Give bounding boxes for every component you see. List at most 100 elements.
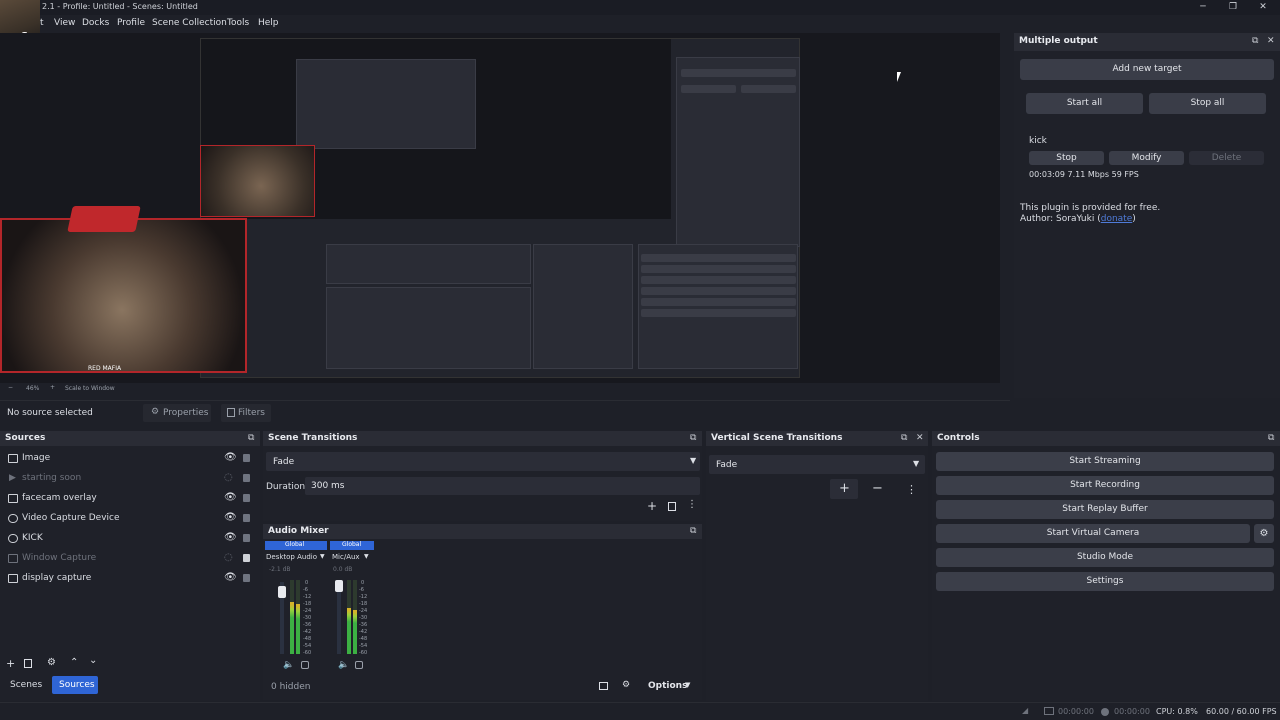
add-source-icon[interactable]: + (6, 657, 15, 670)
restore-button[interactable]: ❐ (1218, 0, 1248, 15)
start-recording-button[interactable]: Start Recording (936, 476, 1274, 495)
virtual-camera-settings-icon[interactable]: ⚙ (1254, 524, 1274, 543)
duration-spinbox[interactable]: 300 ms (305, 477, 700, 495)
close-icon[interactable]: ✕ (1267, 36, 1275, 46)
volume-slider[interactable] (335, 580, 343, 592)
add-vertical-transition-button[interactable]: + (830, 479, 858, 499)
undock-icon[interactable]: ⧉ (1252, 36, 1258, 46)
source-name: Window Capture (22, 553, 97, 563)
zoom-level: 46% (26, 385, 40, 392)
duration-value: 300 ms (311, 481, 345, 491)
eye-icon[interactable]: 👁 (224, 492, 237, 503)
donate-link[interactable]: donate (1101, 214, 1133, 224)
eye-hidden-icon[interactable]: ◌ (224, 472, 233, 483)
undock-icon[interactable]: ⧉ (1268, 433, 1274, 443)
more-icon[interactable]: ⋮ (906, 483, 917, 496)
zoom-in-icon[interactable]: + (50, 384, 55, 391)
move-up-icon[interactable]: ⌃ (70, 657, 78, 668)
level-meter (296, 604, 300, 654)
more-icon[interactable]: ⋮ (687, 499, 697, 510)
menu-scene-collection[interactable]: Scene Collection (152, 18, 227, 28)
menu-tools[interactable]: Tools (227, 18, 249, 28)
lock-icon[interactable] (243, 534, 250, 542)
source-row-kick[interactable]: KICK 👁 (0, 529, 258, 549)
lock-icon[interactable] (243, 554, 250, 562)
settings-button[interactable]: Settings (936, 572, 1274, 591)
db-scale-label: -12 (359, 594, 368, 600)
minus-icon[interactable]: − (872, 481, 883, 496)
menu-view[interactable]: View (54, 18, 75, 28)
channel-settings-icon[interactable] (355, 661, 363, 669)
studio-mode-button[interactable]: Studio Mode (936, 548, 1274, 567)
channel-db: 0.0 dB (333, 566, 353, 573)
tab-scenes[interactable]: Scenes (4, 676, 42, 694)
source-row-video-capture[interactable]: Video Capture Device 👁 (0, 509, 258, 529)
menu-docks[interactable]: Docks (82, 18, 109, 28)
channel-name[interactable]: Mic/Aux (332, 553, 360, 561)
remove-source-icon[interactable] (24, 659, 32, 668)
scene-transitions-title: Scene Transitions (268, 433, 358, 443)
eye-icon[interactable]: 👁 (224, 512, 237, 523)
start-all-button[interactable]: Start all (1026, 93, 1143, 114)
menu-profile[interactable]: Profile (117, 18, 145, 28)
lock-icon[interactable] (243, 514, 250, 522)
filters-button[interactable]: Filters (221, 404, 271, 422)
properties-button[interactable]: ⚙ Properties (143, 404, 211, 422)
source-row-display-capture[interactable]: display capture 👁 (0, 569, 258, 589)
lock-icon[interactable] (243, 494, 250, 502)
transition-select[interactable]: Fade ▼ (266, 452, 700, 471)
tab-sources[interactable]: Sources (52, 676, 98, 694)
eye-icon[interactable]: 👁 (224, 452, 237, 463)
zoom-out-icon[interactable]: − (8, 384, 13, 391)
source-row-window-capture[interactable]: Window Capture ◌ (0, 549, 258, 569)
vertical-transitions-title: Vertical Scene Transitions (711, 433, 843, 443)
undock-icon[interactable]: ⧉ (690, 433, 696, 443)
add-target-button[interactable]: Add new target (1020, 59, 1274, 80)
lock-icon[interactable] (243, 574, 250, 582)
source-settings-icon[interactable]: ⚙ (47, 657, 56, 668)
source-row-facecam-overlay[interactable]: facecam overlay 👁 (0, 489, 258, 509)
chevron-down-icon[interactable]: ▼ (364, 553, 369, 560)
db-scale-label: -18 (359, 601, 368, 607)
source-toolbar: No source selected ⚙ Properties Filters (0, 400, 1010, 425)
move-down-icon[interactable]: ⌄ (89, 655, 97, 666)
start-replay-buffer-button[interactable]: Start Replay Buffer (936, 500, 1274, 519)
volume-slider[interactable] (278, 586, 286, 598)
speaker-icon[interactable]: 🔈 (283, 660, 294, 670)
eye-hidden-icon[interactable]: ◌ (224, 552, 233, 563)
lock-icon[interactable] (243, 474, 250, 482)
start-streaming-button[interactable]: Start Streaming (936, 452, 1274, 471)
layout-icon[interactable] (599, 682, 608, 690)
add-transition-icon[interactable]: + (647, 499, 657, 513)
close-icon[interactable]: ✕ (916, 433, 924, 443)
minimize-button[interactable]: ─ (1188, 0, 1218, 15)
vertical-transition-select[interactable]: Fade ▼ (709, 455, 925, 474)
remove-transition-icon[interactable] (668, 502, 676, 511)
chevron-down-icon[interactable]: ▼ (320, 553, 325, 560)
speaker-icon[interactable]: 🔈 (338, 660, 349, 670)
target-delete-button[interactable]: Delete (1189, 151, 1264, 165)
scale-select[interactable]: Scale to Window (65, 385, 115, 392)
undock-icon[interactable]: ⧉ (690, 526, 696, 536)
undock-icon[interactable]: ⧉ (901, 433, 907, 443)
vertical-transition-value: Fade (716, 460, 738, 470)
stop-all-button[interactable]: Stop all (1149, 93, 1266, 114)
start-virtual-camera-button[interactable]: Start Virtual Camera (936, 524, 1250, 543)
channel-name[interactable]: Desktop Audio (266, 553, 317, 561)
source-row-image[interactable]: Image 👁 (0, 449, 258, 469)
eye-icon[interactable]: 👁 (224, 532, 237, 543)
duration-label: Duration (266, 482, 306, 492)
source-row-starting-soon[interactable]: ▶ starting soon ◌ (0, 469, 258, 489)
target-stop-button[interactable]: Stop (1029, 151, 1104, 165)
undock-icon[interactable]: ⧉ (248, 433, 254, 443)
menu-help[interactable]: Help (258, 18, 279, 28)
lock-icon[interactable] (243, 454, 250, 462)
eye-icon[interactable]: 👁 (224, 572, 237, 583)
options-button[interactable]: Options ▼ (643, 678, 697, 694)
advanced-audio-icon[interactable]: ⚙ (622, 680, 630, 690)
target-modify-button[interactable]: Modify (1109, 151, 1184, 165)
channel-settings-icon[interactable] (301, 661, 309, 669)
menu-file[interactable]: t (40, 18, 44, 28)
facecam-label: RED MAFIA (88, 365, 122, 372)
close-window-button[interactable]: ✕ (1248, 0, 1278, 15)
